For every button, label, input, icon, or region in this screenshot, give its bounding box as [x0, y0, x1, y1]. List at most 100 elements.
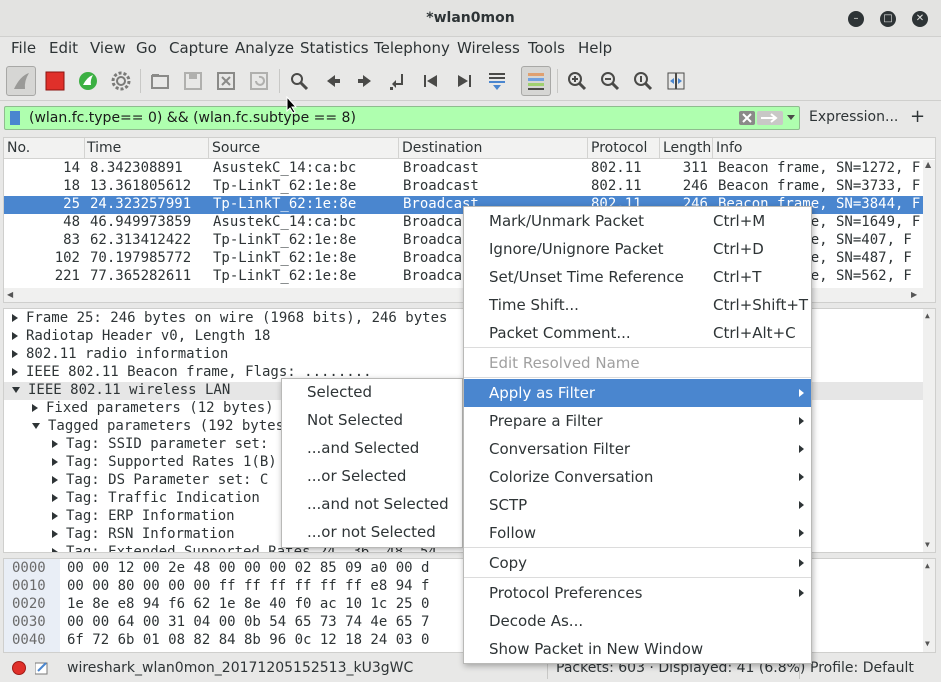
- menu-wireless[interactable]: Wireless: [457, 39, 520, 57]
- display-filter-value[interactable]: (wlan.fc.type== 0) && (wlan.fc.subtype =…: [29, 110, 356, 126]
- hex-bytes[interactable]: 1e 8e e8 94 f6 62 1e 8e 40 f0 ac 10 1c 2…: [67, 596, 429, 612]
- minimize-icon[interactable]: –: [848, 11, 864, 27]
- menu-statistics[interactable]: Statistics: [300, 39, 369, 57]
- menu-edit[interactable]: Edit: [49, 39, 78, 57]
- stop-capture-button[interactable]: [40, 66, 70, 96]
- display-filter-input[interactable]: (wlan.fc.type== 0) && (wlan.fc.subtype =…: [4, 106, 800, 130]
- collapsed-arrow-icon[interactable]: [12, 314, 18, 322]
- menu-tools[interactable]: Tools: [528, 39, 565, 57]
- close-file-button[interactable]: [211, 66, 241, 96]
- submenu-item[interactable]: Not Selected: [282, 407, 462, 435]
- collapsed-arrow-icon[interactable]: [12, 332, 18, 340]
- collapsed-arrow-icon[interactable]: [52, 530, 58, 538]
- context-menu-item[interactable]: Packet Comment... Ctrl+Alt+C: [464, 319, 811, 347]
- capture-comment-icon[interactable]: [35, 661, 49, 675]
- menu-capture[interactable]: Capture: [169, 39, 229, 57]
- collapsed-arrow-icon[interactable]: [52, 458, 58, 466]
- clear-filter-icon[interactable]: [739, 111, 755, 125]
- collapsed-arrow-icon[interactable]: [12, 350, 18, 358]
- hex-bytes[interactable]: 00 00 64 00 31 04 00 0b 54 65 73 74 4e 6…: [67, 614, 429, 630]
- context-menu-item[interactable]: Set/Unset Time Reference Ctrl+T: [464, 263, 811, 291]
- details-scrollbar[interactable]: ▲ ▼: [923, 309, 935, 552]
- context-menu-item[interactable]: Show Packet in New Window: [464, 635, 811, 663]
- submenu-item[interactable]: ...or not Selected: [282, 519, 462, 547]
- context-menu-item[interactable]: Follow: [464, 519, 811, 547]
- collapsed-arrow-icon[interactable]: [52, 476, 58, 484]
- reload-file-button[interactable]: [244, 66, 274, 96]
- column-header-info[interactable]: Info: [716, 140, 743, 156]
- start-capture-button[interactable]: [6, 66, 36, 96]
- capture-options-button[interactable]: [106, 66, 136, 96]
- expression-button[interactable]: Expression...: [809, 109, 898, 125]
- column-header-no[interactable]: No.: [7, 140, 30, 156]
- collapsed-arrow-icon[interactable]: [52, 494, 58, 502]
- submenu-item[interactable]: Selected: [282, 379, 462, 407]
- column-header-length[interactable]: Length: [663, 140, 711, 156]
- scroll-down-icon[interactable]: ▼: [925, 639, 930, 648]
- column-header-destination[interactable]: Destination: [402, 140, 482, 156]
- context-menu-item[interactable]: SCTP: [464, 491, 811, 519]
- scroll-down-icon[interactable]: ▼: [925, 540, 930, 549]
- menu-view[interactable]: View: [90, 39, 126, 57]
- go-to-packet-button[interactable]: [383, 66, 413, 96]
- close-icon[interactable]: ✕: [912, 11, 928, 27]
- bookmark-icon[interactable]: [10, 111, 20, 125]
- packet-row[interactable]: 14 8.342308891 AsustekC_14:ca:bc Broadcast 8…: [4, 160, 924, 178]
- expert-info-icon[interactable]: [12, 661, 26, 675]
- colorize-button[interactable]: [521, 66, 551, 96]
- zoom-out-button[interactable]: [595, 66, 625, 96]
- packet-row[interactable]: 18 13.361805612 Tp-LinkT_62:1e:8e Broadcast…: [4, 178, 924, 196]
- context-menu-item[interactable]: Mark/Unmark Packet Ctrl+M: [464, 207, 811, 235]
- hex-bytes[interactable]: 00 00 12 00 2e 48 00 00 00 02 85 09 a0 0…: [67, 560, 429, 576]
- context-menu-item[interactable]: Apply as Filter: [464, 379, 811, 407]
- column-header-source[interactable]: Source: [212, 140, 260, 156]
- menu-file[interactable]: File: [11, 39, 36, 57]
- submenu-item[interactable]: ...and not Selected: [282, 491, 462, 519]
- save-file-button[interactable]: [178, 66, 208, 96]
- menu-help[interactable]: Help: [578, 39, 612, 57]
- column-header-protocol[interactable]: Protocol: [591, 140, 647, 156]
- scroll-up-icon[interactable]: ▲: [925, 311, 930, 320]
- scroll-up-icon[interactable]: ▲: [925, 160, 931, 169]
- expanded-arrow-icon[interactable]: [12, 387, 20, 393]
- first-packet-button[interactable]: [416, 66, 446, 96]
- resize-columns-button[interactable]: [661, 66, 691, 96]
- last-packet-button[interactable]: [449, 66, 479, 96]
- go-back-button[interactable]: [318, 66, 348, 96]
- scroll-left-icon[interactable]: ◀: [7, 290, 13, 299]
- add-filter-button[interactable]: +: [910, 106, 925, 127]
- bytes-scrollbar[interactable]: ▲ ▼: [923, 559, 935, 652]
- context-menu-item[interactable]: Colorize Conversation: [464, 463, 811, 491]
- context-menu-item[interactable]: Protocol Preferences: [464, 579, 811, 607]
- zoom-in-button[interactable]: [562, 66, 592, 96]
- context-menu-item[interactable]: Conversation Filter: [464, 435, 811, 463]
- collapsed-arrow-icon[interactable]: [32, 404, 38, 412]
- packet-list-scrollbar[interactable]: ▲: [923, 160, 935, 302]
- collapsed-arrow-icon[interactable]: [52, 440, 58, 448]
- auto-scroll-button[interactable]: [482, 66, 512, 96]
- submenu-item[interactable]: ...and Selected: [282, 435, 462, 463]
- collapsed-arrow-icon[interactable]: [12, 368, 18, 376]
- context-menu-item[interactable]: Time Shift... Ctrl+Shift+T: [464, 291, 811, 319]
- filter-history-dropdown-icon[interactable]: [787, 115, 795, 121]
- scroll-right-icon[interactable]: ▶: [911, 290, 917, 299]
- context-menu-item[interactable]: Ignore/Unignore Packet Ctrl+D: [464, 235, 811, 263]
- collapsed-arrow-icon[interactable]: [52, 512, 58, 520]
- scroll-up-icon[interactable]: ▲: [925, 561, 930, 570]
- collapsed-arrow-icon[interactable]: [52, 548, 58, 552]
- menu-go[interactable]: Go: [136, 39, 157, 57]
- profile-label[interactable]: Profile: Default: [810, 660, 914, 676]
- column-header-time[interactable]: Time: [87, 140, 121, 156]
- context-menu-item[interactable]: Copy: [464, 549, 811, 577]
- restart-capture-button[interactable]: [73, 66, 103, 96]
- apply-filter-icon[interactable]: [757, 111, 783, 125]
- maximize-icon[interactable]: □: [880, 11, 896, 27]
- go-forward-button[interactable]: [350, 66, 380, 96]
- normal-size-button[interactable]: [628, 66, 658, 96]
- find-packet-button[interactable]: [284, 66, 314, 96]
- context-menu-item[interactable]: Prepare a Filter: [464, 407, 811, 435]
- context-menu-item[interactable]: Decode As...: [464, 607, 811, 635]
- menu-analyze[interactable]: Analyze: [235, 39, 294, 57]
- submenu-item[interactable]: ...or Selected: [282, 463, 462, 491]
- open-file-button[interactable]: [145, 66, 175, 96]
